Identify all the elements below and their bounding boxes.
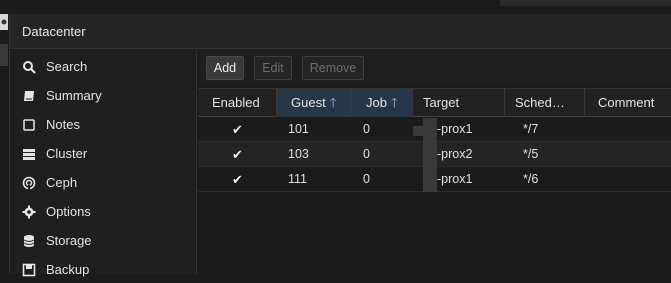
- column-label: Enabled: [212, 95, 260, 110]
- edit-button[interactable]: Edit: [254, 56, 292, 80]
- nav-label: Options: [46, 204, 91, 219]
- grid-header: Enabled Guest 🡑 Job 🡑 Target Sched… Commen…: [198, 88, 671, 117]
- nav-item-search[interactable]: Search: [10, 54, 196, 80]
- replication-panel: Add Edit Remove Enabled Guest 🡑 Job 🡑 Targ…: [198, 50, 671, 274]
- add-button[interactable]: Add: [206, 56, 244, 80]
- nav-item-summary[interactable]: Summary: [10, 83, 196, 109]
- redaction-block: [423, 118, 437, 192]
- job-cell: 0: [363, 147, 370, 161]
- resource-tree-strip: [0, 14, 10, 274]
- enabled-check-icon: ✔: [232, 172, 243, 187]
- nav-label: Cluster: [46, 146, 88, 161]
- gear-icon: [22, 205, 36, 219]
- floppy-icon: [22, 263, 36, 277]
- guest-cell: 101: [288, 122, 309, 136]
- database-icon: [22, 234, 36, 248]
- nav-label: Search: [46, 59, 88, 74]
- column-header-target[interactable]: Target: [413, 89, 505, 117]
- column-header-enabled[interactable]: Enabled: [198, 89, 277, 117]
- column-header-guest[interactable]: Guest 🡑: [277, 89, 352, 117]
- job-cell: 0: [363, 122, 370, 136]
- nav-item-cluster[interactable]: Cluster: [10, 141, 196, 167]
- guest-cell: 103: [288, 147, 309, 161]
- nav-label: Ceph: [46, 175, 78, 190]
- redaction-block: [413, 126, 423, 136]
- note-icon: [22, 118, 36, 132]
- gear-icon[interactable]: [0, 14, 8, 30]
- nav-label: Summary: [46, 88, 102, 103]
- datacenter-nav: Search Summary Notes Cluster Ceph Option…: [10, 50, 197, 277]
- search-icon: [22, 60, 36, 74]
- toolbar: Add Edit Remove: [198, 50, 671, 86]
- enabled-check-icon: ✔: [232, 147, 243, 162]
- sort-asc-icon: 🡑: [329, 95, 337, 110]
- book-icon: [22, 89, 36, 103]
- nav-item-backup[interactable]: Backup: [10, 257, 196, 283]
- sort-asc-icon: 🡑: [390, 95, 398, 110]
- tree-selection[interactable]: [0, 44, 8, 66]
- enabled-check-icon: ✔: [232, 122, 243, 137]
- column-header-job[interactable]: Job 🡑: [352, 89, 413, 117]
- target-cell: -prox1: [437, 172, 473, 186]
- top-right-area: [500, 0, 671, 6]
- nav-item-ceph[interactable]: Ceph: [10, 170, 196, 196]
- ceph-icon: [22, 176, 36, 190]
- nav-item-options[interactable]: Options: [10, 199, 196, 225]
- nav-item-notes[interactable]: Notes: [10, 112, 196, 138]
- nav-item-storage[interactable]: Storage: [10, 228, 196, 254]
- job-cell: 0: [363, 172, 370, 186]
- schedule-cell: */5: [523, 147, 539, 161]
- panel-title: Datacenter: [10, 14, 671, 49]
- schedule-cell: */7: [523, 122, 539, 136]
- remove-button[interactable]: Remove: [302, 56, 364, 80]
- column-header-schedule[interactable]: Sched…: [505, 89, 585, 117]
- column-header-comment[interactable]: Comment: [585, 89, 671, 117]
- column-label: Guest: [291, 95, 326, 110]
- server-icon: [22, 147, 36, 161]
- target-cell: -prox1: [437, 122, 473, 136]
- nav-label: Storage: [46, 233, 92, 248]
- top-bar: [0, 0, 671, 14]
- column-label: Comment: [598, 95, 655, 110]
- column-label: Target: [423, 95, 460, 110]
- guest-cell: 111: [288, 172, 308, 186]
- nav-label: Backup: [46, 262, 90, 277]
- column-label: Sched…: [515, 95, 565, 110]
- nav-label: Notes: [46, 117, 80, 132]
- schedule-cell: */6: [523, 172, 539, 186]
- column-label: Job: [366, 95, 387, 110]
- target-cell: -prox2: [437, 147, 473, 161]
